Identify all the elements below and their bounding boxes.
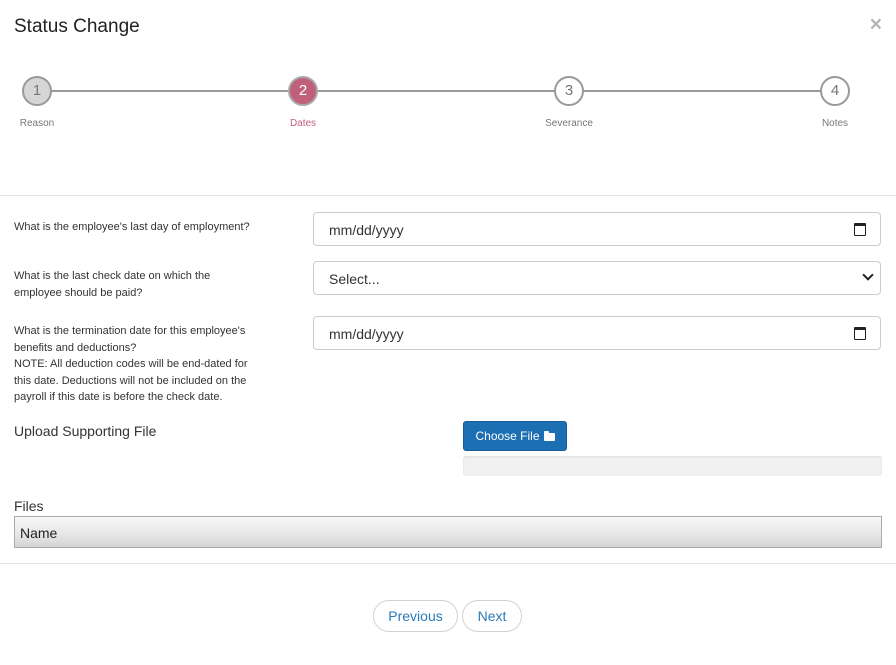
step-number-badge: 3: [554, 76, 584, 106]
last-check-question-line2: employee should be paid?: [14, 286, 143, 299]
step-label: Severance: [545, 118, 593, 129]
folder-open-icon: [543, 431, 555, 441]
termination-date-input[interactable]: mm/dd/yyyy: [313, 316, 881, 350]
termination-question-line1: What is the termination date for this em…: [14, 325, 246, 337]
modal-footer: Previous Next: [0, 563, 896, 665]
step-severance[interactable]: 3 Severance: [529, 74, 609, 129]
termination-note-line3: payroll if this date is before the check…: [14, 391, 223, 403]
files-label: Files: [14, 498, 44, 514]
last-check-selected-value: Select...: [329, 271, 380, 287]
termination-note-line2: this date. Deductions will not be includ…: [14, 374, 247, 387]
last-day-question-text: What is the employee's last day of emplo…: [14, 221, 250, 233]
close-icon[interactable]: ×: [870, 14, 882, 35]
status-change-modal: Status Change × 1 Reason 2 Dates 3 Sever…: [0, 0, 896, 665]
calendar-icon[interactable]: [854, 327, 866, 340]
step-label: Dates: [289, 118, 317, 129]
upload-label: Upload Supporting File: [14, 423, 157, 439]
next-button[interactable]: Next: [462, 600, 522, 632]
stepper-line: [37, 90, 835, 92]
stepper: 1 Reason 2 Dates 3 Severance 4 Notes: [0, 74, 896, 134]
step-reason[interactable]: 1 Reason: [0, 74, 77, 129]
step-dates[interactable]: 2 Dates: [263, 74, 343, 129]
choose-file-button-label: Choose File: [475, 429, 540, 443]
last-check-date-select[interactable]: Select...: [313, 261, 881, 295]
termination-question: What is the termination date for this em…: [14, 323, 248, 406]
termination-question-line2: benefits and deductions?: [14, 341, 137, 354]
files-table-header: Name: [14, 516, 882, 548]
step-label: Notes: [821, 118, 849, 129]
last-day-date-value: mm/dd/yyyy: [329, 222, 404, 238]
modal-header: Status Change × 1 Reason 2 Dates 3 Sever…: [0, 0, 896, 196]
upload-progress-bar: [463, 456, 882, 476]
termination-date-value: mm/dd/yyyy: [329, 326, 404, 342]
previous-button[interactable]: Previous: [373, 600, 458, 632]
step-number-badge: 4: [820, 76, 850, 106]
step-notes[interactable]: 4 Notes: [795, 74, 875, 129]
last-check-question: What is the last check date on which the…: [14, 268, 210, 301]
step-number-badge: 2: [288, 76, 318, 106]
step-label: Reason: [19, 118, 55, 129]
last-day-date-input[interactable]: mm/dd/yyyy: [313, 212, 881, 246]
chevron-down-icon: [862, 269, 874, 281]
choose-file-button[interactable]: Choose File: [463, 421, 567, 451]
step-number-badge: 1: [22, 76, 52, 106]
last-day-question: What is the employee's last day of emplo…: [14, 219, 250, 236]
files-column-name[interactable]: Name: [20, 525, 57, 541]
termination-note-line1: NOTE: All deduction codes will be end-da…: [14, 358, 248, 370]
calendar-icon[interactable]: [854, 223, 866, 236]
last-check-question-line1: What is the last check date on which the: [14, 270, 211, 282]
modal-title: Status Change: [14, 16, 140, 37]
